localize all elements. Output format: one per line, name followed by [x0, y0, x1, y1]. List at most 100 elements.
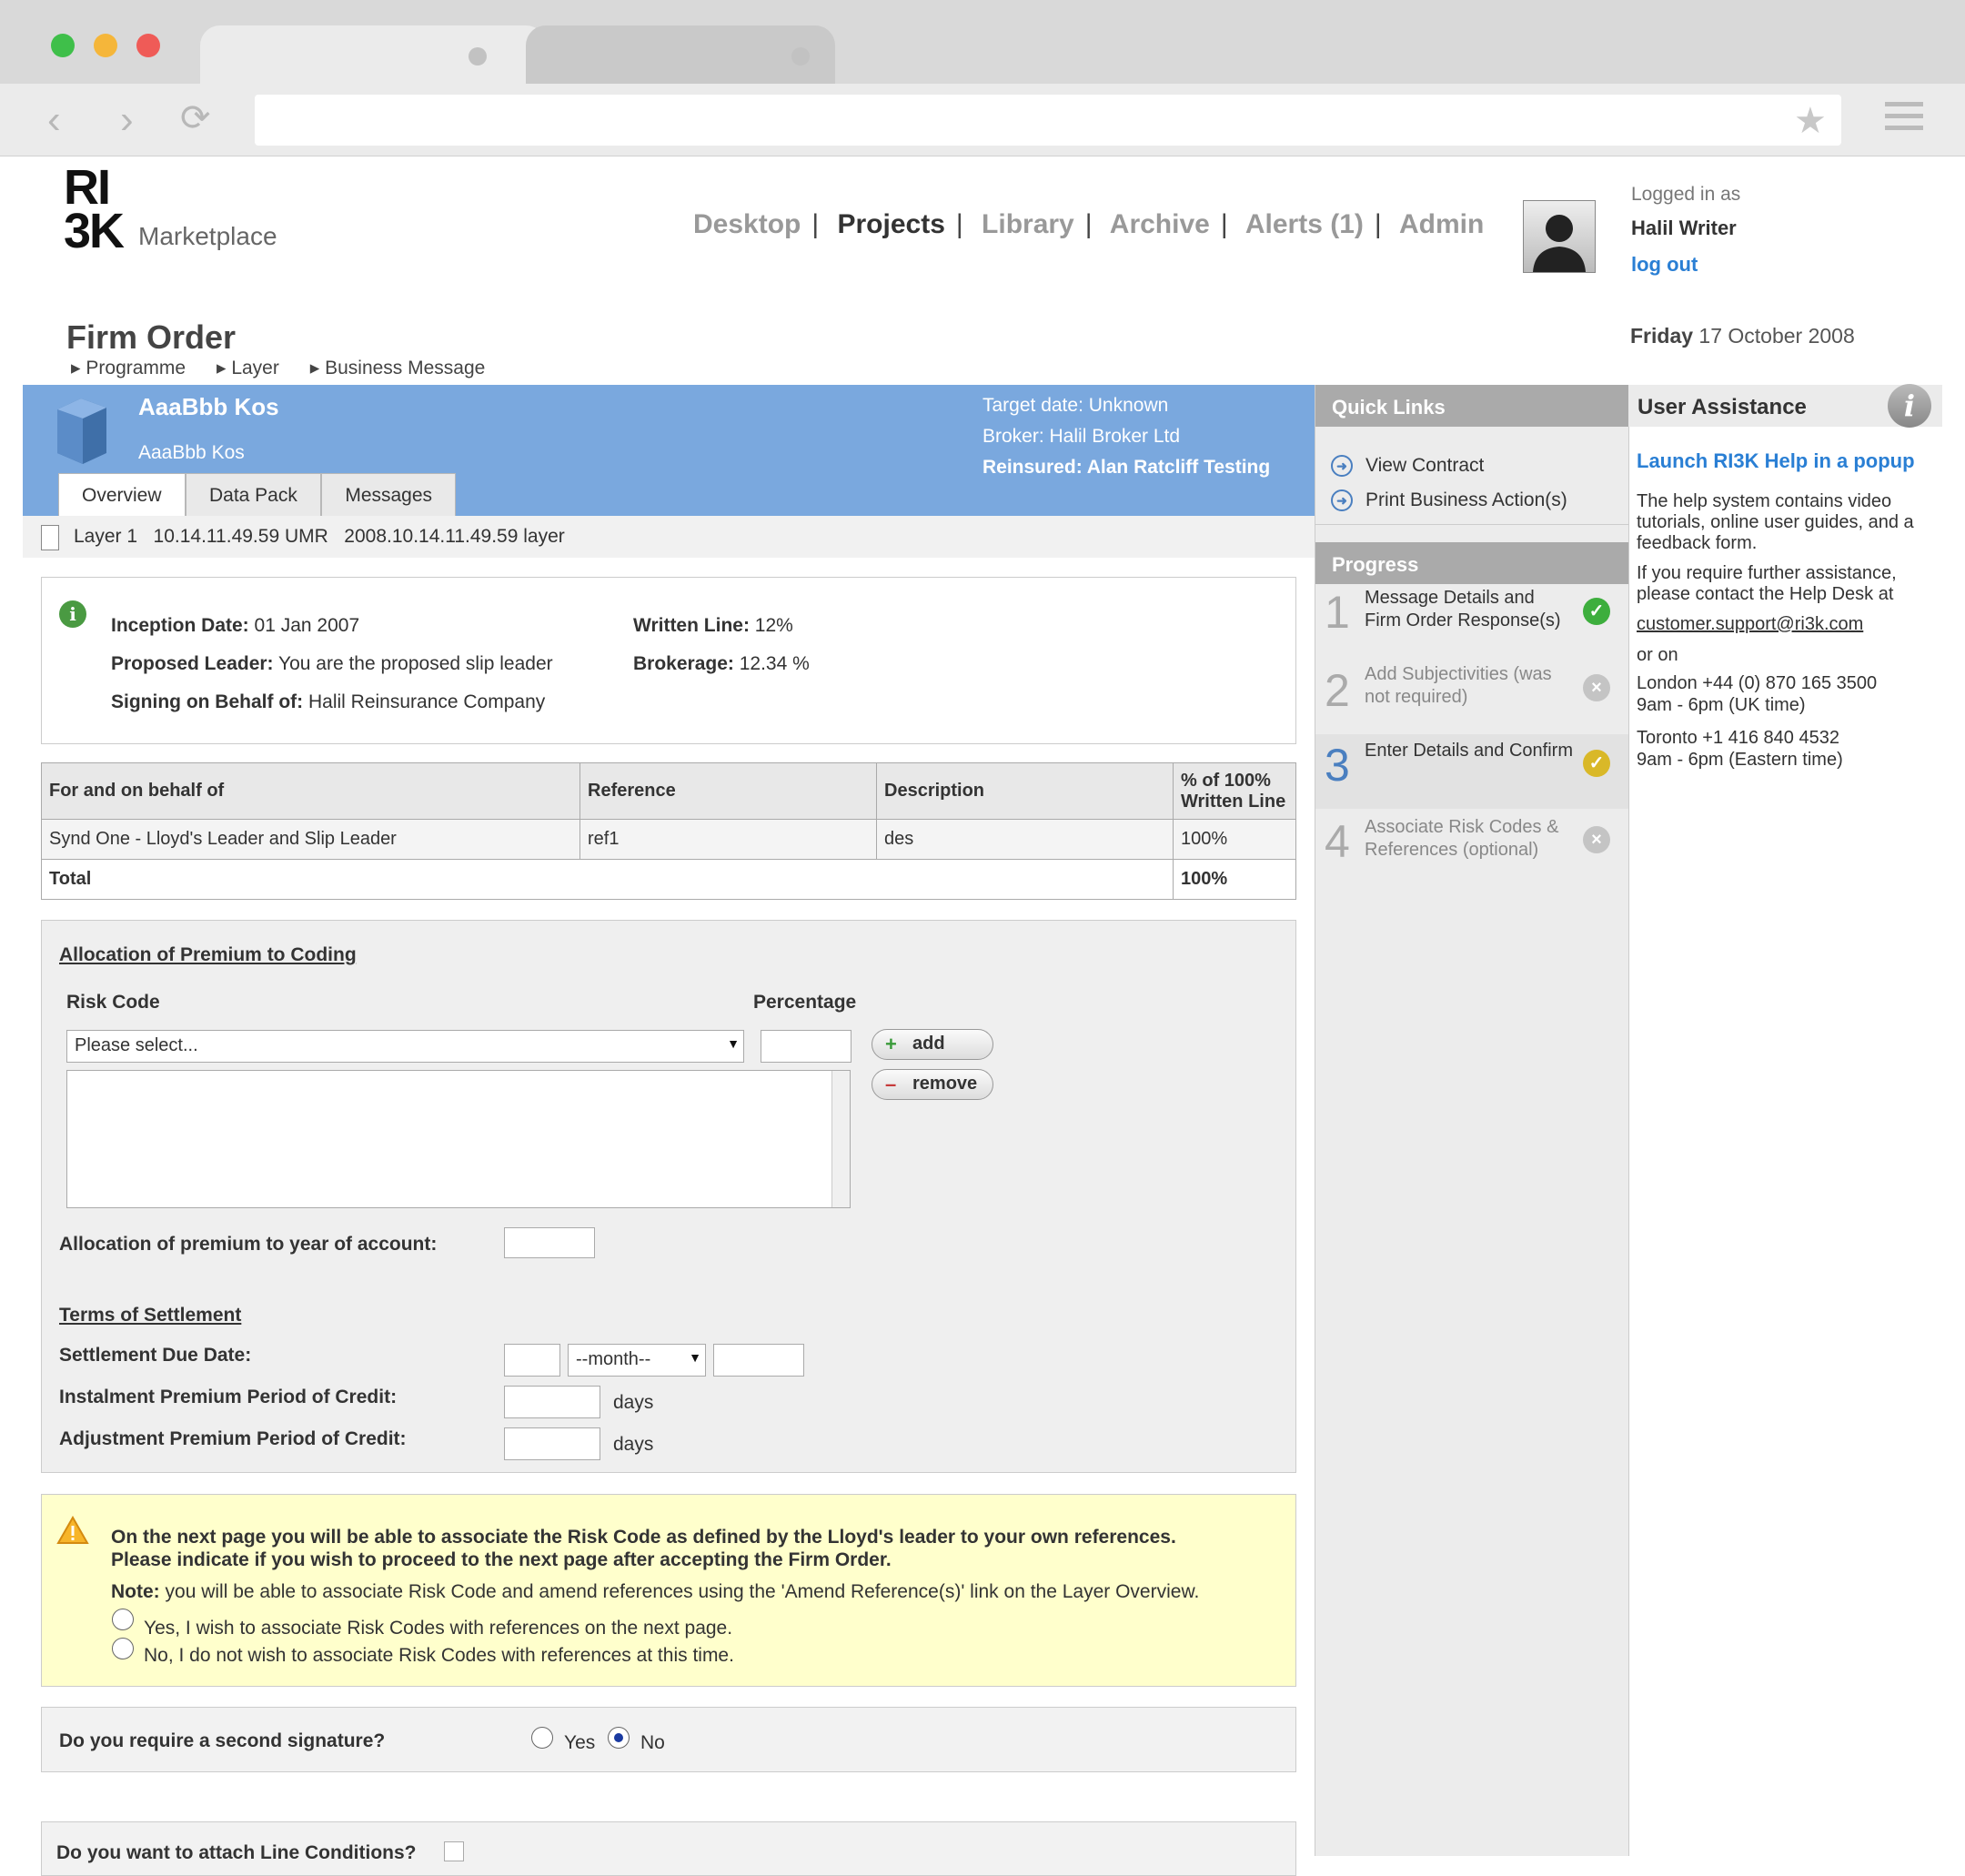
or-on-text: or on	[1637, 645, 1678, 665]
instalment-days-input[interactable]	[504, 1386, 600, 1418]
settlement-day-input[interactable]	[504, 1344, 560, 1377]
toronto-hours: 9am - 6pm (Eastern time)	[1637, 750, 1843, 770]
check-circle-icon: ✓	[1583, 598, 1610, 625]
london-phone: London +44 (0) 870 165 3500	[1637, 673, 1878, 693]
tab-messages[interactable]: Messages	[321, 473, 457, 516]
step-label: Message Details and Firm Order Response(…	[1365, 588, 1561, 630]
reinsured: Reinsured: Alan Ratcliff Testing	[982, 457, 1271, 478]
associate-no-radio[interactable]	[112, 1638, 134, 1659]
brokerage: Brokerage: 12.34 %	[633, 653, 810, 674]
tab-close-icon[interactable]	[791, 47, 810, 66]
launch-help-link[interactable]: Launch RI3K Help in a popup	[1637, 449, 1915, 473]
step-number: 4	[1325, 816, 1350, 867]
adjustment-days-input[interactable]	[504, 1427, 600, 1460]
list-scrollbar[interactable]	[831, 1071, 850, 1207]
logout-link[interactable]: log out	[1631, 253, 1698, 277]
table-cell: Synd One - Lloyd's Leader and Slip Leade…	[41, 819, 580, 860]
window-minimize-button[interactable]	[94, 34, 117, 57]
col-header: Reference	[579, 762, 877, 820]
total-value: 100%	[1173, 859, 1296, 900]
risk-code-list[interactable]	[66, 1070, 851, 1208]
nav-desktop[interactable]: Desktop	[693, 209, 801, 239]
settlement-month-select[interactable]: --month-- ▼	[568, 1344, 706, 1377]
associate-no-label: No, I do not wish to associate Risk Code…	[144, 1645, 734, 1666]
reload-icon[interactable]: ⟳	[180, 98, 211, 138]
step-label: Add Subjectivities (was not required)	[1365, 664, 1552, 707]
settlement-due-label: Settlement Due Date:	[59, 1345, 252, 1366]
associate-yes-label: Yes, I wish to associate Risk Codes with…	[144, 1618, 733, 1639]
user-assistance-panel	[1628, 385, 1942, 1856]
terms-title: Terms of Settlement	[59, 1305, 242, 1326]
forward-icon[interactable]: ›	[120, 100, 134, 140]
bookmark-star-icon[interactable]: ★	[1794, 100, 1827, 142]
year-of-account-input[interactable]	[504, 1227, 595, 1258]
nav-admin[interactable]: Admin	[1399, 209, 1484, 239]
table-total-row: Total 100%	[41, 859, 1296, 900]
tab-close-icon[interactable]	[469, 47, 487, 66]
minus-icon: –	[885, 1073, 897, 1095]
progress-title: Progress	[1315, 542, 1628, 584]
tab-data-pack[interactable]: Data Pack	[185, 473, 321, 516]
add-button[interactable]: + add	[872, 1029, 993, 1060]
user-assistance-title: User Assistance	[1638, 395, 1807, 419]
back-icon[interactable]: ‹	[47, 100, 61, 140]
plus-icon: +	[885, 1033, 897, 1055]
risk-code-select[interactable]: Please select... ▼	[66, 1030, 744, 1063]
page-date: Friday 17 October 2008	[1630, 324, 1855, 348]
logged-in-label: Logged in as	[1631, 184, 1741, 205]
line-conditions-question: Do you want to attach Line Conditions?	[56, 1842, 417, 1863]
associate-yes-radio[interactable]	[112, 1609, 134, 1630]
days-label: days	[613, 1392, 654, 1413]
settlement-year-input[interactable]	[713, 1344, 804, 1377]
warning-icon	[56, 1515, 89, 1545]
second-signature-yes-label: Yes	[564, 1732, 596, 1753]
tab-overview[interactable]: Overview	[58, 473, 186, 516]
breadcrumb: ▸ Programme ▸ Layer ▸ Business Message	[71, 357, 510, 379]
participation-table: For and on behalf of Reference Descripti…	[41, 762, 1296, 900]
project-title: AaaBbb Kos	[138, 393, 279, 420]
x-circle-icon: ×	[1583, 674, 1610, 701]
line-conditions-checkbox[interactable]	[444, 1841, 464, 1861]
breadcrumb-item[interactable]: ▸ Programme	[71, 358, 198, 378]
col-header: For and on behalf of	[41, 762, 580, 820]
step-label: Enter Details and Confirm	[1365, 741, 1573, 761]
window-maximize-button[interactable]	[51, 34, 75, 57]
page-title: Firm Order	[66, 318, 237, 356]
breadcrumb-item[interactable]: ▸ Business Message	[310, 358, 499, 378]
chevron-down-icon: ▼	[689, 1350, 701, 1365]
percentage-input[interactable]	[761, 1030, 852, 1063]
support-email-link[interactable]: customer.support@ri3k.com	[1637, 614, 1939, 635]
nav-projects[interactable]: Projects	[838, 209, 945, 239]
table-cell: des	[876, 819, 1174, 860]
remove-button[interactable]: – remove	[872, 1069, 993, 1100]
total-label: Total	[41, 859, 1174, 900]
browser-tab-inactive[interactable]	[526, 25, 835, 84]
browser-menu-icon[interactable]	[1885, 102, 1923, 130]
nav-archive[interactable]: Archive	[1110, 209, 1210, 239]
window-close-button[interactable]	[136, 34, 160, 57]
percentage-label: Percentage	[753, 992, 857, 1013]
project-subtitle: AaaBbb Kos	[138, 442, 245, 463]
project-box-icon	[50, 393, 112, 466]
view-contract-link[interactable]: View Contract	[1331, 455, 1484, 477]
breadcrumb-item[interactable]: ▸ Layer	[217, 358, 292, 378]
logged-in-user: Halil Writer	[1631, 217, 1737, 239]
step-number: 1	[1325, 587, 1350, 638]
risk-code-label: Risk Code	[66, 992, 160, 1013]
second-signature-yes-radio[interactable]	[531, 1727, 553, 1749]
nav-alerts[interactable]: Alerts (1)	[1245, 209, 1364, 239]
logo-subtitle: Marketplace	[138, 222, 277, 250]
divider	[1315, 524, 1628, 525]
ri3k-logo[interactable]: RI 3K	[64, 163, 125, 256]
second-signature-no-label: No	[640, 1732, 665, 1753]
print-business-action-link[interactable]: Print Business Action(s)	[1331, 489, 1567, 511]
second-signature-no-radio[interactable]	[608, 1727, 630, 1749]
address-bar[interactable]	[255, 95, 1841, 146]
step-number: 2	[1325, 665, 1350, 716]
inception-date: Inception Date: 01 Jan 2007	[111, 615, 360, 636]
second-signature-question: Do you require a second signature?	[59, 1730, 386, 1751]
browser-tab-active[interactable]	[200, 25, 546, 84]
avatar	[1523, 200, 1596, 273]
info-icon[interactable]: i	[1888, 384, 1931, 428]
nav-library[interactable]: Library	[982, 209, 1074, 239]
